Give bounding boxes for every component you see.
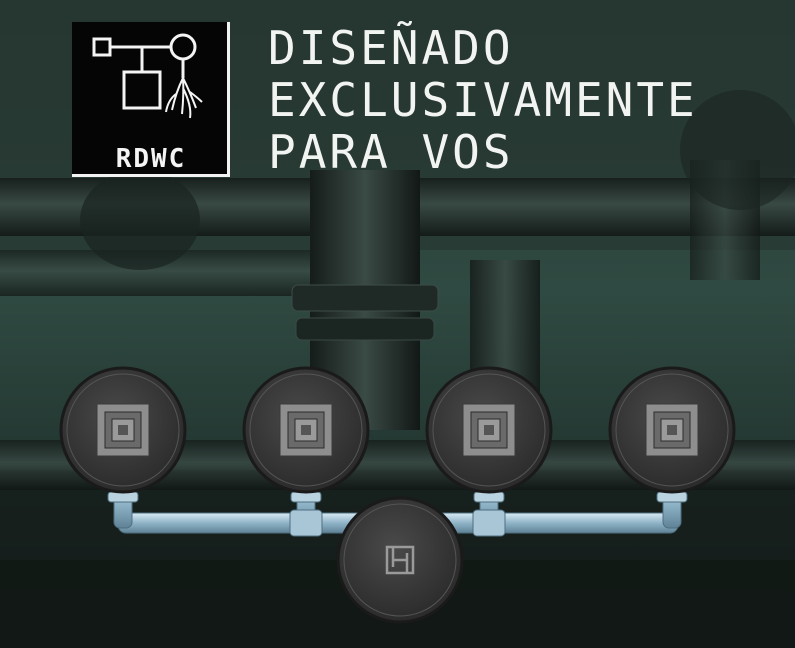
bucket-2 — [242, 366, 370, 494]
headline: DISEÑADO EXCLUSIVAMENTE PARA VOS — [268, 22, 788, 178]
bucket-4 — [608, 366, 736, 494]
rdwc-logo-icon — [92, 33, 203, 119]
net-pot-icon — [645, 403, 699, 457]
headline-line-1: DISEÑADO — [268, 21, 514, 75]
pipe-collar-1 — [291, 284, 439, 312]
headline-line-3: PARA VOS — [268, 125, 514, 179]
pipe-collar-2 — [295, 317, 435, 341]
rdwc-logo: RDWC — [72, 22, 230, 177]
pipe-elbow-left — [80, 170, 200, 270]
headline-line-2: EXCLUSIVAMENTE — [268, 73, 698, 127]
bucket-3 — [425, 366, 553, 494]
tee-3 — [472, 509, 506, 537]
reservoir — [336, 496, 464, 624]
net-pot-icon — [279, 403, 333, 457]
tee-2 — [289, 509, 323, 537]
bucket-1 — [59, 366, 187, 494]
net-pot-icon — [96, 403, 150, 457]
net-pot-icon — [462, 403, 516, 457]
logo-text: RDWC — [115, 144, 187, 174]
